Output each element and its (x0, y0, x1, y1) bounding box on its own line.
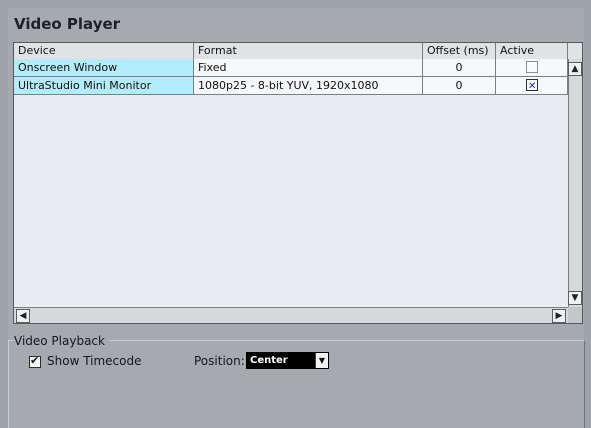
format-cell[interactable]: Fixed (194, 59, 423, 76)
device-cell[interactable]: UltraStudio Mini Monitor (14, 77, 194, 94)
column-header-device[interactable]: Device (14, 43, 194, 59)
scrollbar-corner (568, 307, 582, 323)
active-cell (496, 59, 568, 76)
horizontal-scrollbar[interactable]: ◀ ▶ (14, 307, 568, 323)
format-cell[interactable]: 1080p25 - 8-bit YUV, 1920x1080 (194, 77, 423, 94)
show-timecode-label[interactable]: Show Timecode (47, 354, 142, 368)
active-checkbox[interactable] (526, 61, 538, 73)
position-select-value: Center (250, 355, 288, 366)
column-header-active[interactable]: Active (496, 43, 568, 59)
active-cell (496, 77, 568, 94)
column-header-offset[interactable]: Offset (ms) (423, 43, 496, 59)
device-cell[interactable]: Onscreen Window (14, 59, 194, 76)
table-header: Device Format Offset (ms) Active (14, 43, 582, 60)
column-header-format[interactable]: Format (194, 43, 423, 59)
offset-cell[interactable]: 0 (423, 59, 496, 76)
table-row[interactable]: Onscreen Window Fixed 0 (14, 59, 568, 77)
chevron-left-icon[interactable]: ◀ (16, 309, 30, 323)
show-timecode-checkbox[interactable] (29, 354, 41, 368)
chevron-down-icon[interactable]: ▼ (315, 353, 328, 368)
active-checkbox[interactable] (526, 78, 538, 94)
vertical-scrollbar[interactable]: ▲ ▼ (568, 59, 582, 307)
position-select[interactable]: Center ▼ (246, 352, 329, 369)
chevron-down-icon[interactable]: ▼ (568, 291, 582, 305)
table-row[interactable]: UltraStudio Mini Monitor 1080p25 - 8-bit… (14, 77, 568, 95)
position-label: Position: (194, 354, 245, 368)
chevron-up-icon[interactable]: ▲ (568, 62, 582, 76)
chevron-right-icon[interactable]: ▶ (552, 309, 566, 323)
panel-title: Video Player (14, 15, 121, 33)
group-label: Video Playback (14, 334, 109, 348)
offset-cell[interactable]: 0 (423, 77, 496, 94)
device-table: Device Format Offset (ms) Active Onscree… (13, 42, 583, 324)
